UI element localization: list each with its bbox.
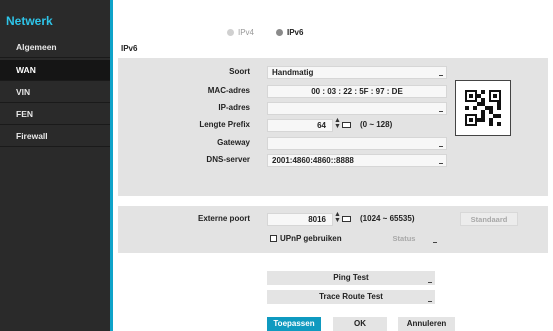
status-button[interactable]: Status: [368, 232, 440, 246]
port-label: Externe poort: [197, 214, 250, 223]
input-caret-icon: [439, 146, 443, 147]
ipv6-radio-label: IPv6: [287, 28, 304, 37]
qr-code-icon: [455, 80, 511, 136]
button-caret-icon: [433, 242, 437, 243]
ok-button[interactable]: OK: [333, 317, 387, 331]
dropdown-caret-icon: [439, 75, 443, 76]
input-caret-icon: [439, 163, 443, 164]
ipv4-radio[interactable]: IPv4: [227, 28, 254, 37]
soort-value: Handmatig: [272, 68, 314, 77]
sidebar-title: Netwerk: [6, 14, 53, 28]
ping-test-button[interactable]: Ping Test: [267, 271, 435, 285]
port-panel: Externe poort 8016 ▲ ▼ (1024 ~ 65535) Sta…: [118, 206, 548, 253]
apply-button[interactable]: Toepassen: [267, 317, 321, 331]
ip-address-field[interactable]: [267, 102, 447, 115]
checkbox-icon: [270, 235, 277, 242]
mac-address-field: 00 : 03 : 22 : 5F : 97 : DE: [267, 85, 447, 98]
radio-dot-icon: [276, 29, 283, 36]
soort-label: Soort: [229, 67, 250, 76]
sidebar-item-wan[interactable]: WAN: [0, 60, 110, 81]
upnp-checkbox[interactable]: UPnP gebruiken: [270, 234, 342, 243]
radio-dot-icon: [227, 29, 234, 36]
sidebar-item-firewall[interactable]: Firewall: [0, 126, 110, 147]
dns-field[interactable]: 2001:4860:4860::8888: [267, 154, 447, 167]
sidebar: Netwerk Algemeen WAN VIN FEN Firewall: [0, 0, 110, 331]
gateway-label: Gateway: [217, 138, 250, 147]
section-title: IPv6: [121, 44, 138, 53]
dns-value: 2001:4860:4860::8888: [272, 156, 354, 165]
button-caret-icon: [428, 282, 432, 283]
dns-label: DNS-server: [206, 155, 250, 164]
port-range: (1024 ~ 65535): [360, 214, 415, 223]
keyboard-icon[interactable]: [342, 216, 351, 222]
soort-select[interactable]: Handmatig: [267, 66, 447, 79]
trace-route-button[interactable]: Trace Route Test: [267, 290, 435, 304]
trace-route-label: Trace Route Test: [319, 292, 383, 301]
input-caret-icon: [439, 111, 443, 112]
ping-test-label: Ping Test: [333, 273, 369, 282]
prefix-label: Lengte Prefix: [199, 120, 250, 129]
gateway-field[interactable]: [267, 137, 447, 150]
port-field[interactable]: 8016: [267, 213, 333, 226]
button-caret-icon: [428, 301, 432, 302]
mac-label: MAC-adres: [207, 86, 250, 95]
standard-button[interactable]: Standaard: [460, 212, 518, 226]
qr-pattern: [465, 90, 501, 126]
prefix-range: (0 ~ 128): [360, 120, 393, 129]
port-spinner-icon[interactable]: ▲ ▼: [334, 211, 341, 224]
status-button-label: Status: [392, 234, 416, 243]
sidebar-item-vin[interactable]: VIN: [0, 82, 110, 103]
upnp-label: UPnP gebruiken: [280, 234, 342, 243]
ip-label: IP-adres: [218, 103, 250, 112]
prefix-field[interactable]: 64: [267, 119, 333, 132]
sidebar-item-fen[interactable]: FEN: [0, 104, 110, 125]
ipv6-config-panel: Soort Handmatig MAC-adres 00 : 03 : 22 :…: [118, 58, 548, 196]
prefix-spinner-icon[interactable]: ▲ ▼: [334, 117, 341, 130]
ipv4-radio-label: IPv4: [238, 28, 255, 37]
cancel-button[interactable]: Annuleren: [398, 317, 455, 331]
main-panel: IPv4 IPv6 IPv6 Soort Handmatig MAC-adres…: [113, 0, 553, 331]
ipv6-radio[interactable]: IPv6: [276, 28, 303, 37]
keyboard-icon[interactable]: [342, 122, 351, 128]
sidebar-item-algemeen[interactable]: Algemeen: [0, 37, 110, 58]
